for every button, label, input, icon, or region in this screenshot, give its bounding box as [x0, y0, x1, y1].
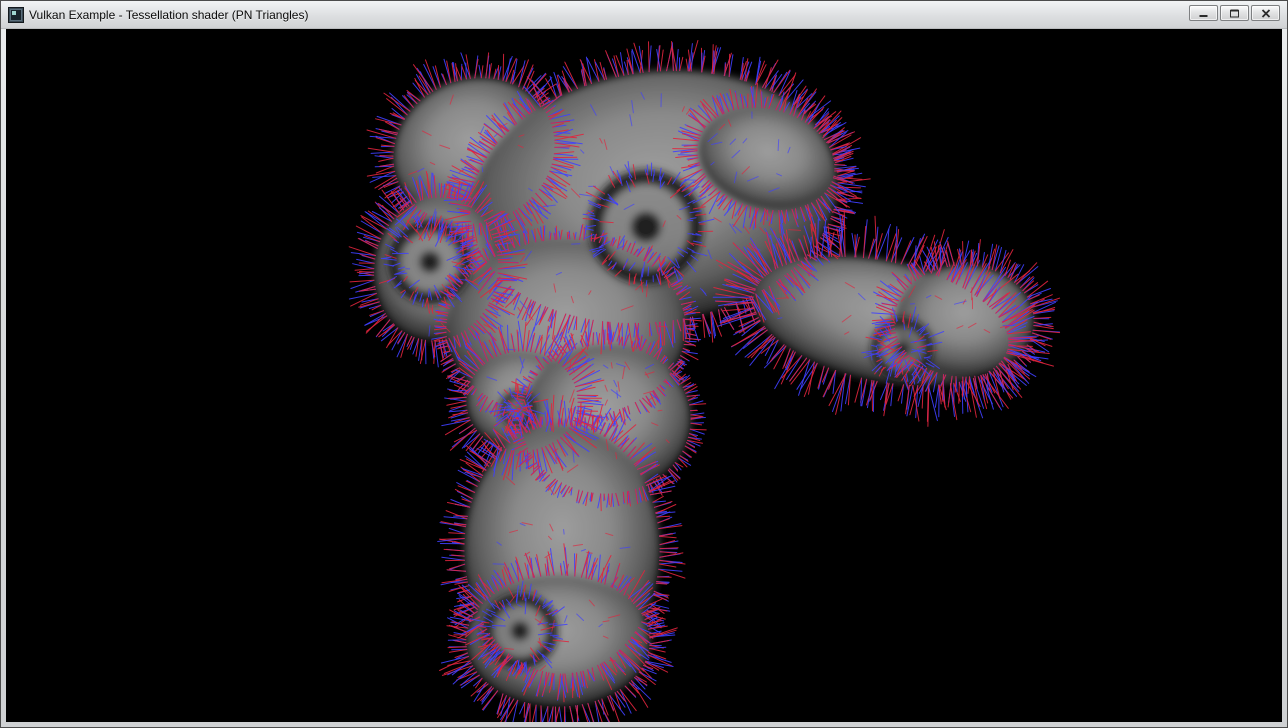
render-viewport[interactable] — [6, 29, 1282, 722]
close-icon — [1261, 9, 1271, 18]
maximize-button[interactable] — [1220, 5, 1249, 21]
minimize-icon — [1198, 9, 1209, 18]
window-controls — [1189, 5, 1280, 21]
minimize-button[interactable] — [1189, 5, 1218, 21]
close-button[interactable] — [1251, 5, 1280, 21]
model-render — [6, 29, 1282, 722]
window-title: Vulkan Example - Tessellation shader (PN… — [29, 8, 308, 22]
app-window: Vulkan Example - Tessellation shader (PN… — [0, 0, 1288, 728]
maximize-icon — [1229, 9, 1240, 18]
app-icon-image — [8, 7, 24, 23]
title-bar[interactable]: Vulkan Example - Tessellation shader (PN… — [1, 1, 1287, 29]
app-icon[interactable] — [8, 7, 24, 23]
